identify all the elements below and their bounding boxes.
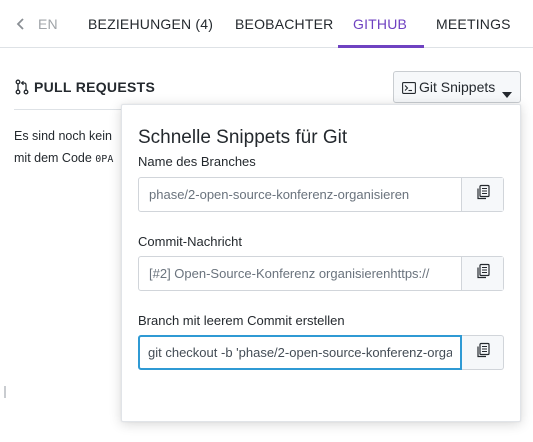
tab-partial[interactable]: EN (38, 0, 58, 48)
copy-icon (475, 184, 491, 205)
empty-text-line-1: Es sind noch kein (14, 129, 112, 143)
git-snippets-button[interactable]: Git Snippets (393, 71, 521, 103)
commit-message-label: Commit-Nachricht (138, 234, 243, 249)
git-snippets-popover: Schnelle Snippets für Git Name des Branc… (121, 104, 521, 422)
chevron-left-icon[interactable] (12, 14, 30, 34)
pull-requests-title: PULL REQUESTS (34, 79, 156, 95)
git-snippets-label: Git Snippets (419, 79, 496, 95)
copy-checkout-command-button[interactable] (462, 335, 504, 370)
commit-message-field (138, 256, 504, 291)
tab-bar: EN BEZIEHUNGEN (4) BEOBACHTER GITHUB MEE… (0, 0, 533, 48)
copy-icon (475, 263, 491, 284)
commit-message-input[interactable] (139, 257, 461, 290)
checkout-command-input[interactable] (138, 335, 462, 370)
tab-github[interactable]: GITHUB (353, 0, 407, 48)
active-tab-indicator (338, 45, 424, 48)
tab-beobachter[interactable]: BEOBACHTER (235, 0, 333, 48)
tab-beziehungen[interactable]: BEZIEHUNGEN (4) (88, 0, 213, 48)
tab-meetings[interactable]: MEETINGS (436, 0, 511, 48)
branch-name-label: Name des Branches (138, 154, 256, 169)
code-snippet: 0PA (95, 154, 114, 165)
resize-handle[interactable] (4, 386, 6, 398)
branch-name-input[interactable] (139, 178, 461, 211)
empty-text-line-2: mit dem Code 0PA (14, 147, 124, 171)
copy-branch-name-button[interactable] (461, 178, 503, 211)
popover-title: Schnelle Snippets für Git (138, 127, 348, 148)
terminal-icon (402, 81, 416, 94)
pull-request-icon (14, 79, 30, 95)
branch-name-field (138, 177, 504, 212)
empty-text-prefix: mit dem Code (14, 151, 96, 165)
checkout-command-field (138, 335, 504, 370)
copy-icon (475, 342, 491, 363)
checkout-command-label: Branch mit leerem Commit erstellen (138, 313, 345, 328)
pull-requests-empty-text: Es sind noch kein mit dem Code 0PA (14, 125, 124, 171)
caret-down-icon (502, 85, 512, 101)
copy-commit-message-button[interactable] (461, 257, 503, 290)
